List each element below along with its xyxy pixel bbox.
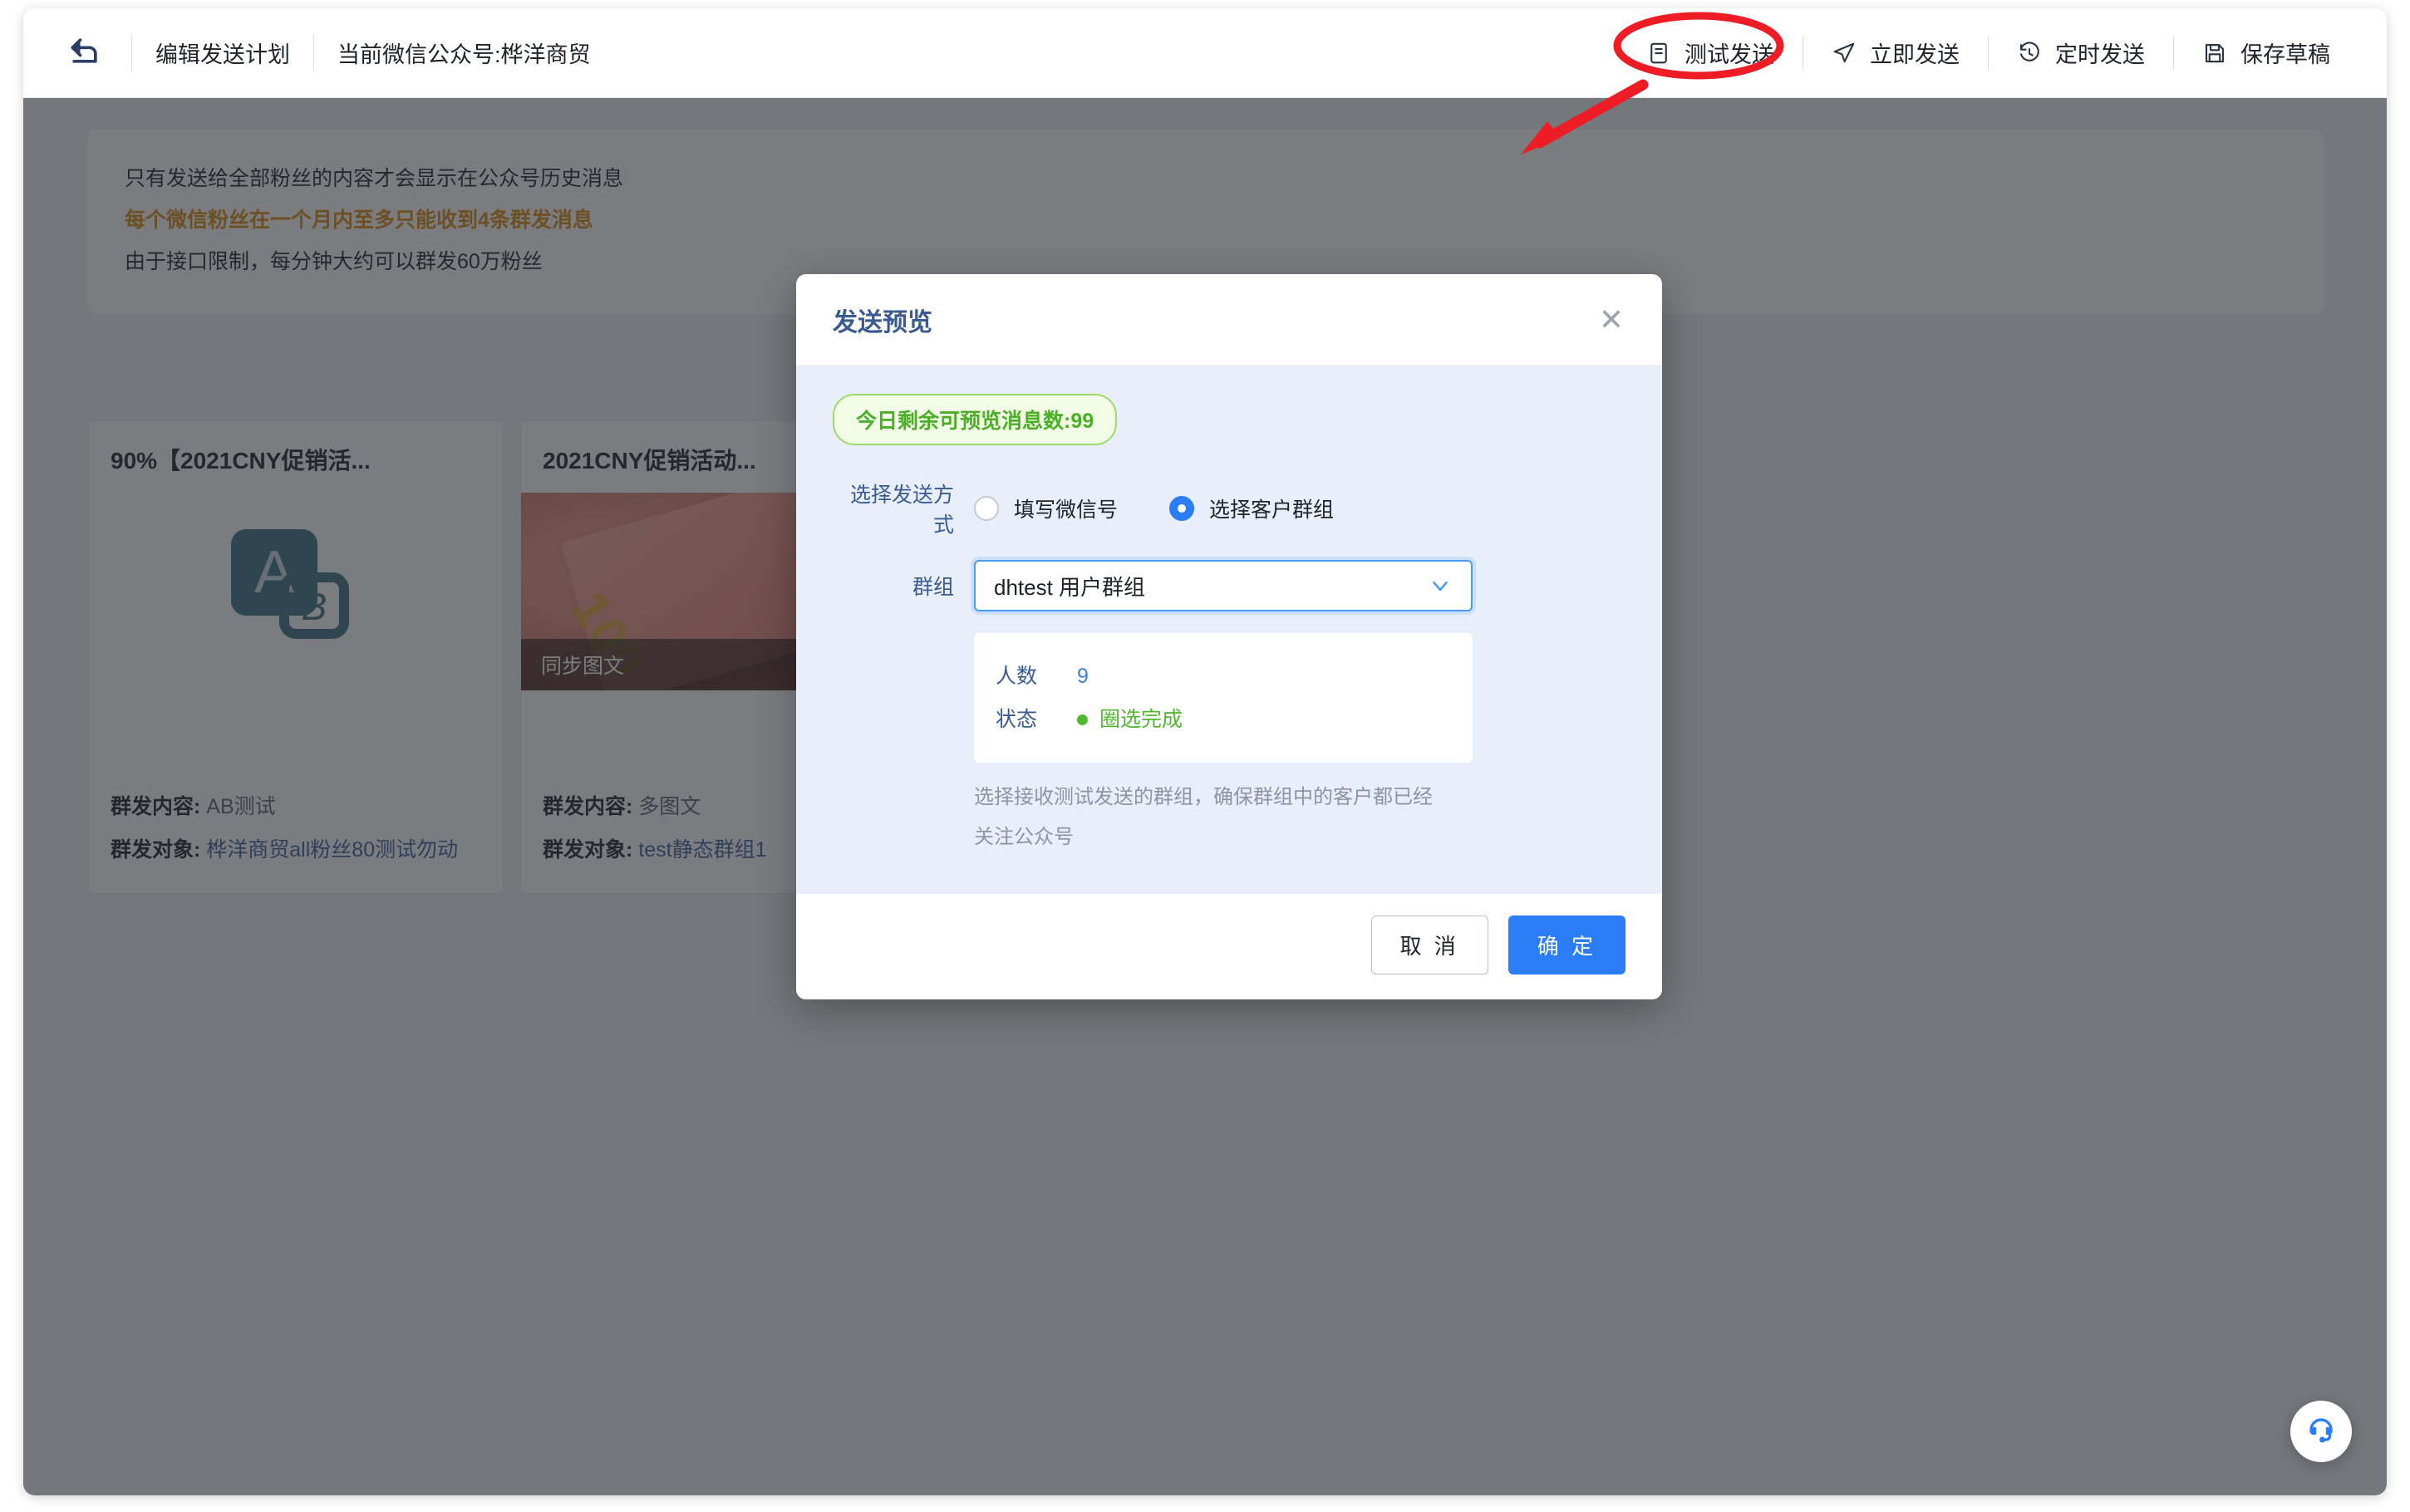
back-button[interactable] [61, 30, 108, 76]
dialog-title: 发送预览 [833, 308, 932, 336]
radio-customer-group[interactable]: 选择客户群组 [1169, 493, 1334, 523]
header-left-group: 编辑发送计划 当前微信公众号:桦洋商贸 [61, 30, 591, 76]
application-window: 编辑发送计划 当前微信公众号:桦洋商贸 测试发送 立即发送 定时发送 保存草稿 … [23, 8, 2387, 1495]
group-hint-line-1: 选择接收测试发送的群组，确保群组中的客户都已经 [974, 786, 1433, 808]
back-arrow-icon [66, 32, 103, 73]
app-header: 编辑发送计划 当前微信公众号:桦洋商贸 测试发送 立即发送 定时发送 保存草稿 [23, 8, 2387, 98]
current-account-label: 当前微信公众号:桦洋商贸 [337, 42, 591, 67]
radio-circle-icon [974, 496, 999, 521]
group-select-value: dhtest 用户群组 [994, 574, 1146, 600]
schedule-send-label: 定时发送 [2055, 42, 2145, 67]
header-toolbar: 测试发送 立即发送 定时发送 保存草稿 [1618, 36, 2358, 70]
radio-customer-group-label: 选择客户群组 [1209, 498, 1335, 522]
header-divider [131, 34, 132, 71]
send-preview-dialog: 发送预览 ✕ 今日剩余可预览消息数:99 选择发送方式 填写微信号 选择客户群组 [796, 274, 1662, 999]
page-content: 只有发送给全部粉丝的内容才会显示在公众号历史消息 每个微信粉丝在一个月内至多只能… [23, 98, 2387, 1495]
group-count-row: 人数 9 [996, 655, 1473, 698]
save-draft-button[interactable]: 保存草稿 [2174, 37, 2358, 69]
test-send-label: 测试发送 [1685, 42, 1774, 67]
customer-support-fab[interactable] [2290, 1401, 2352, 1462]
confirm-button[interactable]: 确 定 [1507, 916, 1626, 974]
group-info-card: 人数 9 状态 圈选完成 [974, 633, 1473, 763]
cancel-button[interactable]: 取 消 [1370, 916, 1488, 974]
send-plane-icon [1832, 41, 1857, 66]
dialog-header: 发送预览 ✕ [796, 274, 1662, 366]
group-hint: 选择接收测试发送的群组，确保群组中的客户都已经 关注公众号 [974, 778, 1473, 857]
send-method-radio-group: 填写微信号 选择客户群组 [974, 493, 1334, 523]
group-label: 群组 [912, 576, 954, 599]
test-send-button[interactable]: 测试发送 [1618, 37, 1803, 69]
dialog-footer: 取 消 确 定 [796, 894, 1662, 999]
group-count-label: 人数 [996, 665, 1038, 688]
quota-badge: 今日剩余可预览消息数:99 [833, 394, 1118, 445]
dialog-body: 今日剩余可预览消息数:99 选择发送方式 填写微信号 选择客户群组 群组 dht… [796, 366, 1662, 894]
clipboard-icon [1646, 41, 1671, 66]
schedule-send-button[interactable]: 定时发送 [1989, 37, 2173, 69]
group-status-value: 圈选完成 [1099, 708, 1183, 731]
send-method-row: 选择发送方式 填写微信号 选择客户群组 [833, 479, 1626, 538]
header-divider-2 [313, 34, 314, 71]
group-status-label: 状态 [996, 708, 1038, 731]
radio-wechat-id-label: 填写微信号 [1014, 498, 1119, 522]
headset-support-icon [2306, 1415, 2336, 1449]
close-icon[interactable]: ✕ [1591, 300, 1632, 340]
group-select[interactable]: dhtest 用户群组 [974, 560, 1473, 611]
chevron-down-icon [1428, 573, 1453, 598]
radio-circle-selected-icon [1169, 496, 1195, 521]
group-hint-line-2: 关注公众号 [974, 826, 1074, 848]
group-count-value: 9 [1077, 665, 1089, 688]
status-badge: 圈选完成 [1077, 698, 1183, 741]
group-status-row: 状态 圈选完成 [996, 698, 1473, 741]
status-dot-icon [1077, 714, 1088, 725]
radio-wechat-id[interactable]: 填写微信号 [974, 493, 1118, 523]
send-now-label: 立即发送 [1870, 42, 1960, 67]
save-draft-label: 保存草稿 [2240, 42, 2330, 67]
page-title: 编辑发送计划 [155, 42, 290, 67]
send-now-button[interactable]: 立即发送 [1803, 37, 1988, 69]
floppy-save-icon [2202, 41, 2227, 66]
send-method-label: 选择发送方式 [849, 484, 954, 537]
clock-history-icon [2017, 41, 2042, 66]
group-select-row: 群组 dhtest 用户群组 [833, 560, 1626, 611]
